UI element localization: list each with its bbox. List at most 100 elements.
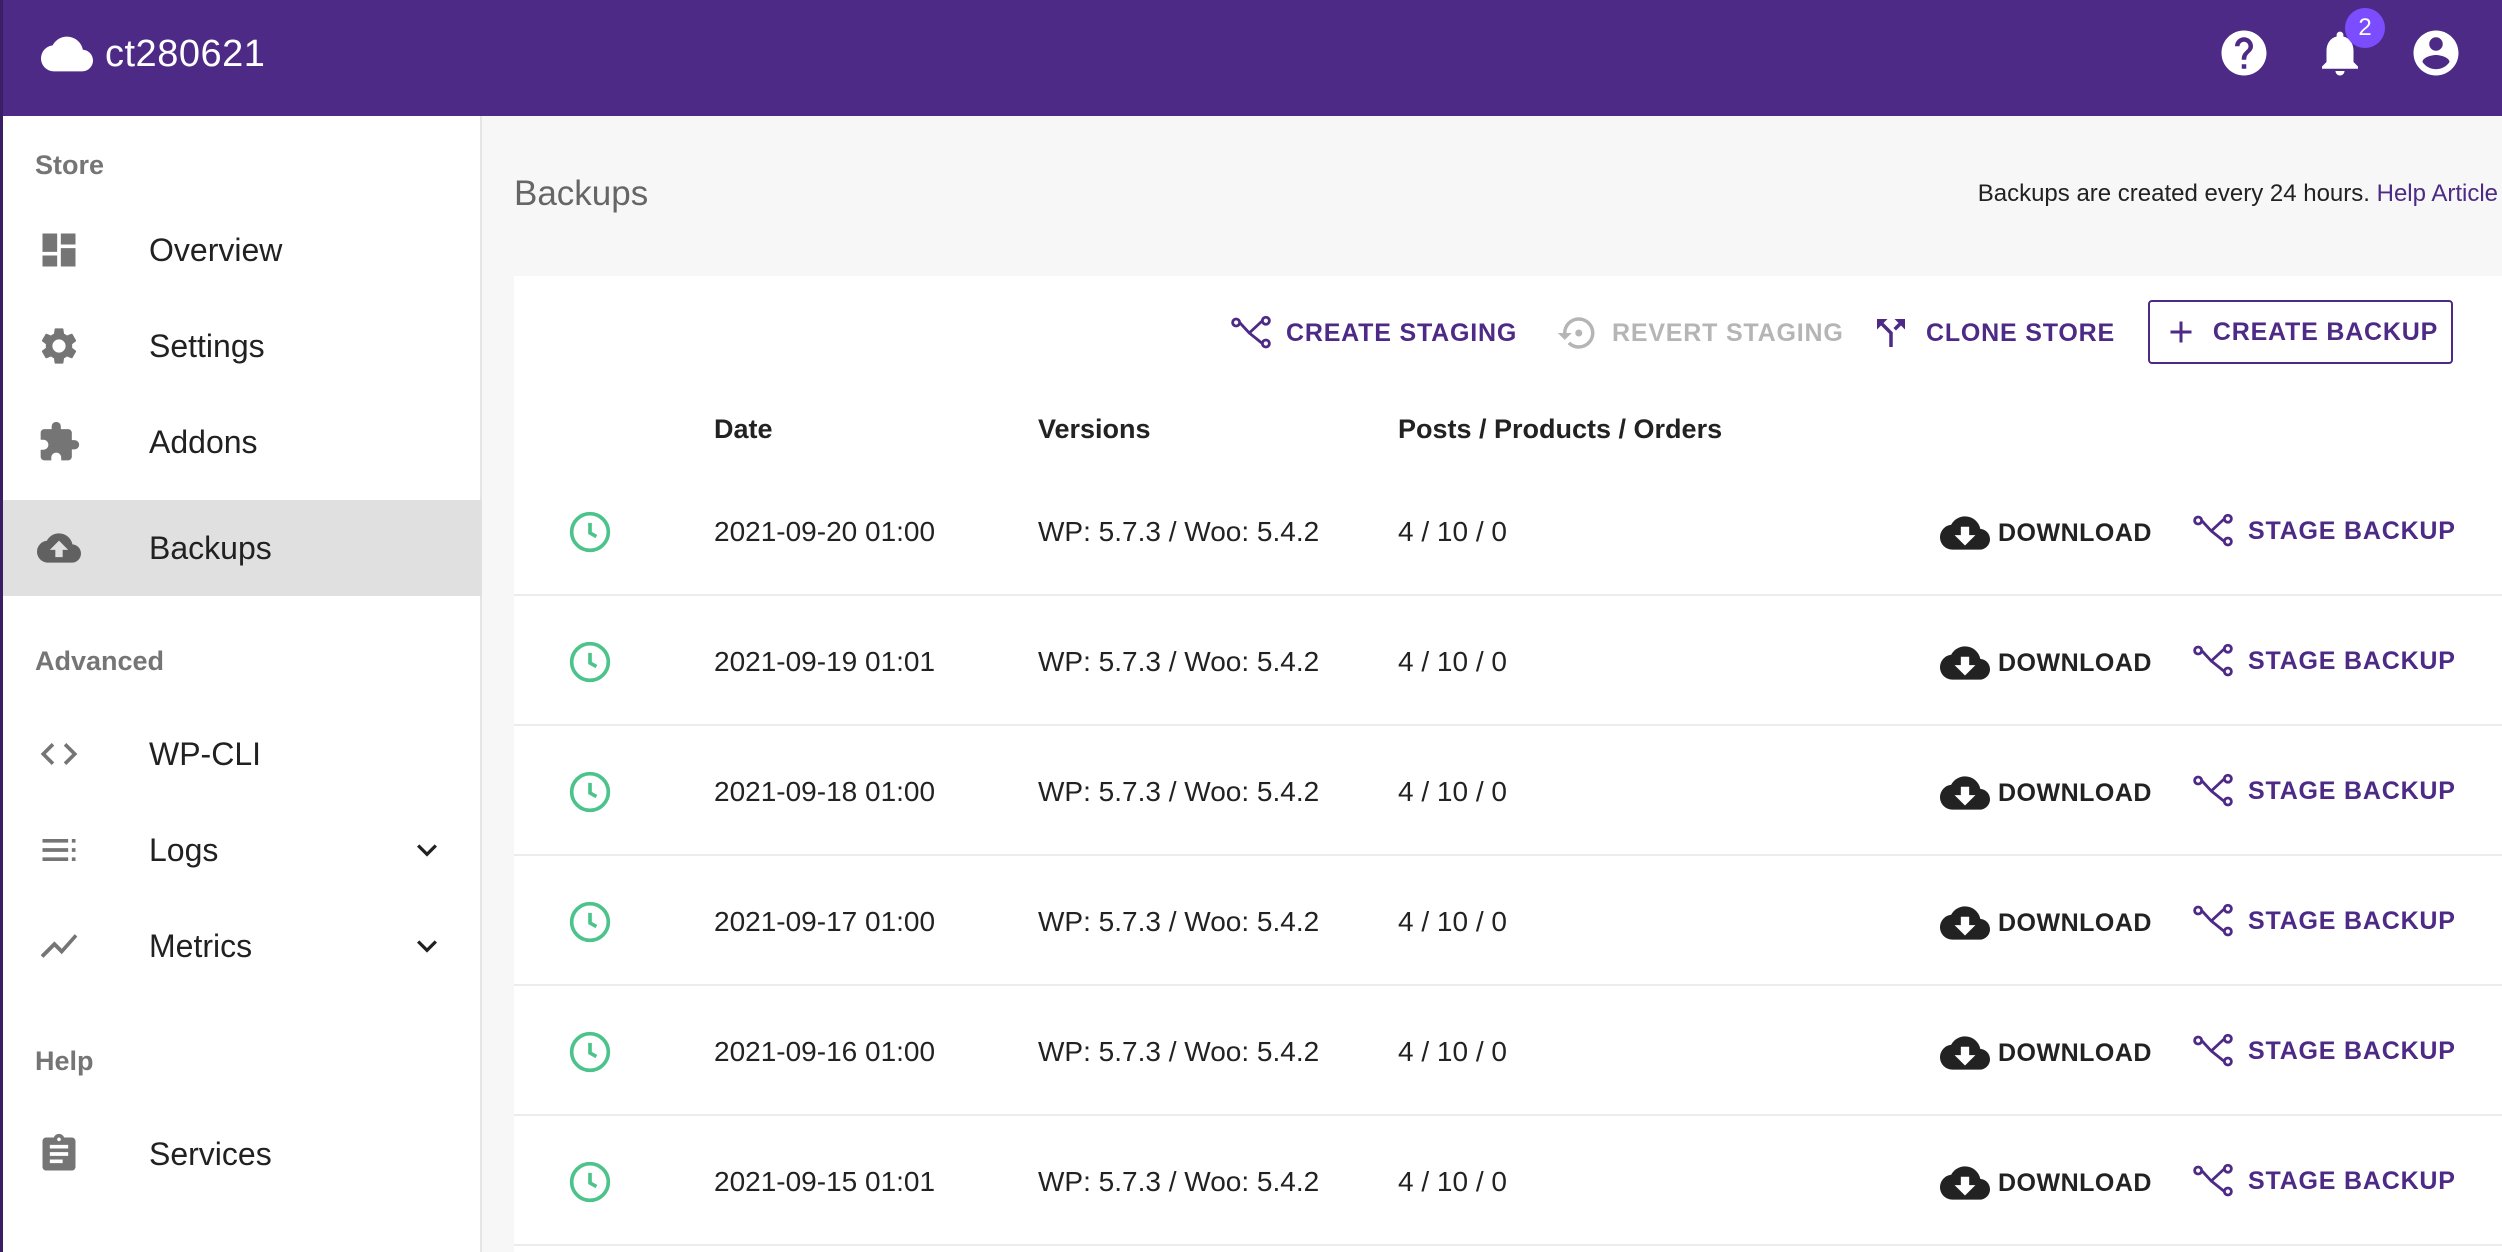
stage-backup-button[interactable]: STAGE BACKUP bbox=[2192, 770, 2456, 812]
stage-backup-button[interactable]: STAGE BACKUP bbox=[2192, 640, 2456, 682]
download-label: DOWNLOAD bbox=[1998, 908, 2152, 937]
download-label: DOWNLOAD bbox=[1998, 1038, 2152, 1067]
download-label: DOWNLOAD bbox=[1998, 648, 2152, 677]
sidebar-item-logs[interactable]: Logs bbox=[3, 802, 482, 898]
cloud-download-icon bbox=[1940, 646, 1990, 680]
sidebar-item-label: Backups bbox=[149, 529, 272, 566]
backup-counts: 4 / 10 / 0 bbox=[1398, 1036, 1507, 1067]
cloud-download-icon bbox=[1940, 1036, 1990, 1070]
branch-icon bbox=[2193, 903, 2233, 937]
chevron-down-icon[interactable] bbox=[407, 830, 447, 870]
download-button[interactable]: DOWNLOAD bbox=[1940, 1158, 2152, 1208]
sidebar-item-wp-cli[interactable]: WP-CLI bbox=[3, 706, 482, 802]
stage-backup-button[interactable]: STAGE BACKUP bbox=[2192, 1030, 2456, 1072]
download-label: DOWNLOAD bbox=[1998, 778, 2152, 807]
download-label: DOWNLOAD bbox=[1998, 518, 2152, 547]
account-button[interactable] bbox=[2409, 26, 2463, 80]
branch-icon bbox=[2193, 1163, 2233, 1197]
stage-backup-label: STAGE BACKUP bbox=[2248, 646, 2456, 675]
create-staging-button[interactable]: CREATE STAGING bbox=[1230, 306, 1517, 360]
section-label-advanced: Advanced bbox=[35, 646, 165, 676]
revert-staging-button[interactable]: REVERT STAGING bbox=[1556, 306, 1844, 360]
create-backup-button[interactable]: CREATE BACKUP bbox=[2148, 300, 2453, 364]
create-backup-label: CREATE BACKUP bbox=[2212, 317, 2439, 346]
cloud-download-icon bbox=[1940, 776, 1990, 810]
cloud-download-icon bbox=[1940, 516, 1990, 550]
download-button[interactable]: DOWNLOAD bbox=[1940, 898, 2152, 948]
cloud-upload-icon bbox=[37, 526, 81, 570]
backup-counts: 4 / 10 / 0 bbox=[1398, 1166, 1507, 1197]
list-icon bbox=[37, 828, 81, 872]
table-row: 2021-09-16 01:00 WP: 5.7.3 / Woo: 5.4.2 … bbox=[514, 986, 2502, 1116]
clone-store-label: CLONE STORE bbox=[1926, 318, 2115, 347]
account-icon bbox=[2413, 30, 2459, 76]
help-button[interactable] bbox=[2217, 26, 2271, 80]
cloud-download-icon bbox=[1940, 1166, 1990, 1200]
sidebar-item-label: Overview bbox=[149, 231, 283, 268]
stage-backup-label: STAGE BACKUP bbox=[2248, 776, 2456, 805]
branch-icon bbox=[2193, 773, 2233, 807]
clock-icon bbox=[568, 510, 612, 554]
sidebar-item-label: Logs bbox=[149, 831, 219, 868]
stage-backup-label: STAGE BACKUP bbox=[2248, 1036, 2456, 1065]
fork-icon bbox=[1877, 319, 1905, 347]
section-label-help: Help bbox=[35, 1046, 94, 1076]
clone-store-button[interactable]: CLONE STORE bbox=[1870, 306, 2115, 360]
sidebar-item-overview[interactable]: Overview bbox=[3, 202, 482, 298]
cloud-icon bbox=[41, 36, 93, 72]
cloud-download-icon bbox=[1940, 906, 1990, 940]
column-header-counts: Posts / Products / Orders bbox=[1398, 414, 1723, 444]
stage-backup-button[interactable]: STAGE BACKUP bbox=[2192, 900, 2456, 942]
sidebar-item-label: Services bbox=[149, 1135, 272, 1172]
backup-date: 2021-09-16 01:00 bbox=[714, 1036, 936, 1067]
column-header-versions: Versions bbox=[1038, 414, 1151, 444]
table-row: 2021-09-15 01:01 WP: 5.7.3 / Woo: 5.4.2 … bbox=[514, 1116, 2502, 1246]
backup-counts: 4 / 10 / 0 bbox=[1398, 776, 1507, 807]
store-name: ct280621 bbox=[105, 32, 266, 75]
clock-icon bbox=[568, 1030, 612, 1074]
backup-versions: WP: 5.7.3 / Woo: 5.4.2 bbox=[1038, 1036, 1320, 1067]
stage-backup-button[interactable]: STAGE BACKUP bbox=[2192, 1160, 2456, 1202]
download-button[interactable]: DOWNLOAD bbox=[1940, 508, 2152, 558]
backup-info: Backups are created every 24 hours. Help… bbox=[1978, 180, 2498, 208]
sidebar-item-label: WP-CLI bbox=[149, 735, 261, 772]
section-label-store: Store bbox=[35, 150, 105, 180]
table-row: 2021-09-17 01:00 WP: 5.7.3 / Woo: 5.4.2 … bbox=[514, 856, 2502, 986]
clock-icon bbox=[568, 640, 612, 684]
branch-icon bbox=[2193, 513, 2233, 547]
store-brand[interactable]: ct280621 bbox=[41, 28, 265, 80]
clipboard-icon bbox=[37, 1132, 81, 1176]
stage-backup-button[interactable]: STAGE BACKUP bbox=[2192, 510, 2456, 552]
sidebar-item-settings[interactable]: Settings bbox=[3, 298, 482, 394]
revert-staging-label: REVERT STAGING bbox=[1612, 318, 1844, 347]
backup-versions: WP: 5.7.3 / Woo: 5.4.2 bbox=[1038, 776, 1320, 807]
download-button[interactable]: DOWNLOAD bbox=[1940, 768, 2152, 818]
sidebar-item-services[interactable]: Services bbox=[3, 1106, 482, 1202]
download-button[interactable]: DOWNLOAD bbox=[1940, 638, 2152, 688]
help-icon bbox=[2221, 30, 2267, 76]
branch-icon bbox=[1231, 315, 1271, 349]
branch-icon bbox=[2193, 1033, 2233, 1067]
stage-backup-label: STAGE BACKUP bbox=[2248, 516, 2456, 545]
backup-date: 2021-09-18 01:00 bbox=[714, 776, 936, 807]
help-article-link[interactable]: Help Article bbox=[2377, 180, 2498, 207]
page-title: Backups bbox=[514, 174, 649, 213]
notification-badge: 2 bbox=[2345, 8, 2385, 48]
sidebar-item-metrics[interactable]: Metrics bbox=[3, 898, 482, 994]
sidebar-item-addons[interactable]: Addons bbox=[3, 394, 482, 490]
sidebar-item-label: Metrics bbox=[149, 927, 253, 964]
backup-date: 2021-09-15 01:01 bbox=[714, 1166, 936, 1197]
dashboard-icon bbox=[37, 228, 81, 272]
backup-versions: WP: 5.7.3 / Woo: 5.4.2 bbox=[1038, 906, 1320, 937]
backup-counts: 4 / 10 / 0 bbox=[1398, 646, 1507, 677]
backup-date: 2021-09-20 01:00 bbox=[714, 516, 936, 547]
stage-backup-label: STAGE BACKUP bbox=[2248, 906, 2456, 935]
chevron-down-icon[interactable] bbox=[407, 926, 447, 966]
backup-versions: WP: 5.7.3 / Woo: 5.4.2 bbox=[1038, 646, 1320, 677]
sidebar-item-backups[interactable]: Backups bbox=[3, 500, 482, 596]
plus-icon bbox=[2170, 321, 2192, 343]
create-staging-label: CREATE STAGING bbox=[1286, 318, 1518, 347]
download-button[interactable]: DOWNLOAD bbox=[1940, 1028, 2152, 1078]
backup-counts: 4 / 10 / 0 bbox=[1398, 906, 1507, 937]
backup-date: 2021-09-19 01:01 bbox=[714, 646, 936, 677]
